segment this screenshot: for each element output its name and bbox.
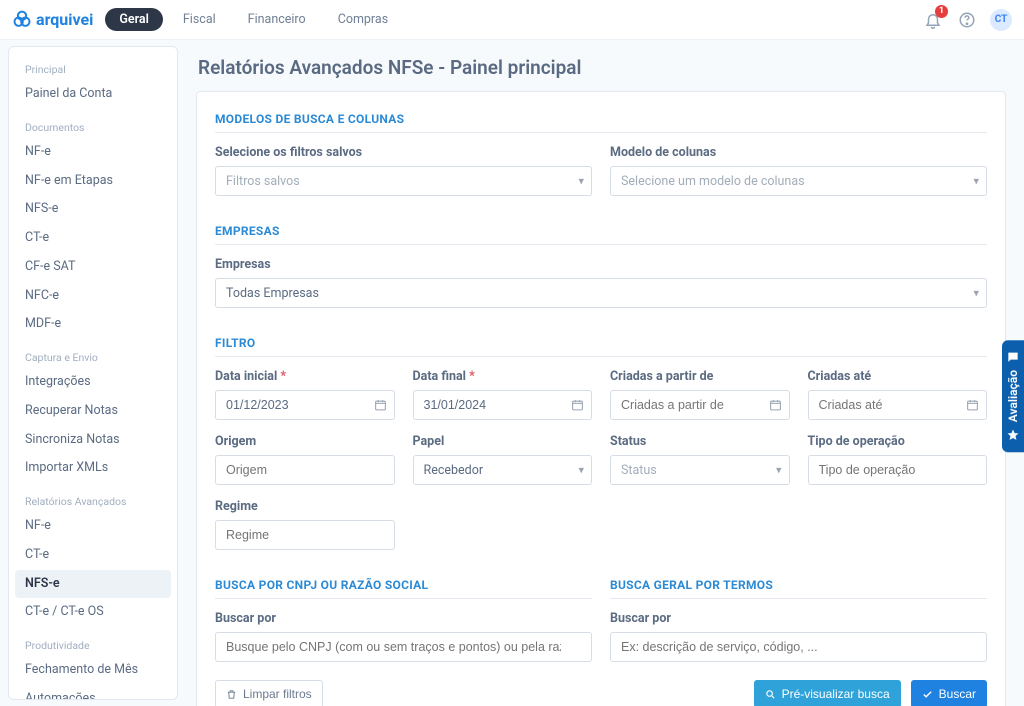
page-title: Relatórios Avançados NFSe - Painel princ… bbox=[198, 56, 1004, 79]
section-modelos-title: MODELOS DE BUSCA E COLUNAS bbox=[215, 112, 987, 126]
sidebar-item-mdfe[interactable]: MDF-e bbox=[15, 310, 171, 339]
column-model-select[interactable]: Selecione um modelo de colunas bbox=[610, 166, 987, 196]
divider bbox=[610, 598, 987, 599]
preview-search-button[interactable]: Pré-visualizar busca bbox=[754, 680, 901, 706]
column-model-label: Modelo de colunas bbox=[610, 145, 987, 160]
avatar[interactable]: CT bbox=[990, 9, 1012, 31]
topbar-right: 1 CT bbox=[922, 9, 1012, 31]
criadas-de-input[interactable] bbox=[610, 390, 790, 420]
star-icon bbox=[1006, 428, 1020, 442]
sidebar-heading-relatorios: Relatórios Avançados bbox=[15, 489, 171, 512]
sidebar-item-fechamento-mes[interactable]: Fechamento de Mês bbox=[15, 656, 171, 685]
top-nav: Geral Fiscal Financeiro Compras bbox=[105, 6, 400, 33]
notifications-count-badge: 1 bbox=[935, 5, 948, 18]
sidebar-item-automacoes[interactable]: Automações bbox=[15, 685, 171, 700]
empresas-select[interactable]: Todas Empresas bbox=[215, 278, 987, 308]
saved-filters-label: Selecione os filtros salvos bbox=[215, 145, 592, 160]
preview-search-label: Pré-visualizar busca bbox=[782, 687, 890, 701]
busca-cnpj-label: Buscar por bbox=[215, 611, 592, 626]
sidebar-item-painel-conta[interactable]: Painel da Conta bbox=[15, 80, 171, 109]
divider bbox=[215, 356, 987, 357]
tipo-operacao-label: Tipo de operação bbox=[808, 434, 988, 449]
sidebar-item-cte[interactable]: CT-e bbox=[15, 224, 171, 253]
sidebar-item-cfesat[interactable]: CF-e SAT bbox=[15, 253, 171, 282]
sidebar-heading-captura: Captura e Envio bbox=[15, 345, 171, 368]
section-filtro-title: FILTRO bbox=[215, 336, 987, 350]
trash-icon bbox=[226, 689, 237, 700]
busca-cnpj-input[interactable] bbox=[215, 632, 592, 662]
topnav-compras[interactable]: Compras bbox=[326, 6, 401, 33]
sidebar-item-importar-xmls[interactable]: Importar XMLs bbox=[15, 454, 171, 483]
check-icon bbox=[922, 689, 933, 700]
clear-filters-button[interactable]: Limpar filtros bbox=[215, 680, 323, 706]
sidebar-heading-produtividade: Produtividade bbox=[15, 633, 171, 656]
sidebar-item-nfse[interactable]: NFS-e bbox=[15, 195, 171, 224]
status-select[interactable]: Status bbox=[610, 455, 790, 485]
notifications-bell-icon[interactable]: 1 bbox=[922, 9, 944, 31]
sidebar-heading-principal: Principal bbox=[15, 57, 171, 80]
topnav-geral[interactable]: Geral bbox=[105, 8, 163, 31]
brand-text: arquivei bbox=[36, 10, 93, 29]
sidebar: Principal Painel da Conta Documentos NF-… bbox=[8, 46, 178, 700]
origem-input[interactable] bbox=[215, 455, 395, 485]
origem-label: Origem bbox=[215, 434, 395, 449]
divider bbox=[215, 244, 987, 245]
search-label: Buscar bbox=[939, 687, 976, 701]
criadas-de-label: Criadas a partir de bbox=[610, 369, 790, 384]
section-busca-geral-title: BUSCA GERAL POR TERMOS bbox=[610, 578, 987, 592]
brand-logo[interactable]: arquivei bbox=[12, 10, 93, 30]
status-label: Status bbox=[610, 434, 790, 449]
sidebar-item-rel-nfe[interactable]: NF-e bbox=[15, 512, 171, 541]
topbar: arquivei Geral Fiscal Financeiro Compras… bbox=[0, 0, 1024, 40]
chat-icon bbox=[1006, 350, 1020, 364]
sidebar-item-rel-nfse[interactable]: NFS-e bbox=[15, 570, 171, 599]
sidebar-item-nfe[interactable]: NF-e bbox=[15, 138, 171, 167]
sidebar-item-rel-cte[interactable]: CT-e bbox=[15, 541, 171, 570]
help-icon[interactable] bbox=[956, 9, 978, 31]
data-final-input[interactable] bbox=[413, 390, 593, 420]
panel: MODELOS DE BUSCA E COLUNAS Selecione os … bbox=[196, 91, 1006, 706]
sidebar-item-nfe-etapas[interactable]: NF-e em Etapas bbox=[15, 167, 171, 196]
data-inicial-label: Data inicial bbox=[215, 369, 395, 384]
empresas-label: Empresas bbox=[215, 257, 987, 272]
clear-filters-label: Limpar filtros bbox=[243, 687, 312, 701]
busca-geral-input[interactable] bbox=[610, 632, 987, 662]
section-empresas-title: EMPRESAS bbox=[215, 224, 987, 238]
topnav-fiscal[interactable]: Fiscal bbox=[171, 6, 228, 33]
search-button[interactable]: Buscar bbox=[911, 680, 987, 706]
divider bbox=[215, 132, 987, 133]
data-inicial-input[interactable] bbox=[215, 390, 395, 420]
sidebar-item-recuperar-notas[interactable]: Recuperar Notas bbox=[15, 397, 171, 426]
sidebar-item-nfce[interactable]: NFC-e bbox=[15, 282, 171, 311]
sidebar-heading-documentos: Documentos bbox=[15, 115, 171, 138]
section-busca-cnpj-title: BUSCA POR CNPJ OU RAZÃO SOCIAL bbox=[215, 578, 592, 592]
sidebar-item-integracoes[interactable]: Integrações bbox=[15, 368, 171, 397]
logo-icon bbox=[12, 10, 32, 30]
divider bbox=[215, 598, 592, 599]
busca-geral-label: Buscar por bbox=[610, 611, 987, 626]
feedback-label: Avaliação bbox=[1006, 370, 1020, 422]
papel-label: Papel bbox=[413, 434, 593, 449]
saved-filters-select[interactable]: Filtros salvos bbox=[215, 166, 592, 196]
criadas-ate-label: Criadas até bbox=[808, 369, 988, 384]
papel-select[interactable]: Recebedor bbox=[413, 455, 593, 485]
sidebar-item-rel-cte-os[interactable]: CT-e / CT-e OS bbox=[15, 598, 171, 627]
sidebar-item-sincroniza-notas[interactable]: Sincroniza Notas bbox=[15, 426, 171, 455]
criadas-ate-input[interactable] bbox=[808, 390, 988, 420]
regime-label: Regime bbox=[215, 499, 395, 514]
regime-input[interactable] bbox=[215, 520, 395, 550]
search-icon bbox=[765, 689, 776, 700]
footer-row: Limpar filtros Pré-visualizar busca Busc… bbox=[215, 680, 987, 706]
main: Relatórios Avançados NFSe - Painel princ… bbox=[178, 40, 1024, 706]
data-final-label: Data final bbox=[413, 369, 593, 384]
feedback-tab[interactable]: Avaliação bbox=[1002, 340, 1024, 452]
tipo-operacao-input[interactable] bbox=[808, 455, 988, 485]
topnav-financeiro[interactable]: Financeiro bbox=[236, 6, 318, 33]
